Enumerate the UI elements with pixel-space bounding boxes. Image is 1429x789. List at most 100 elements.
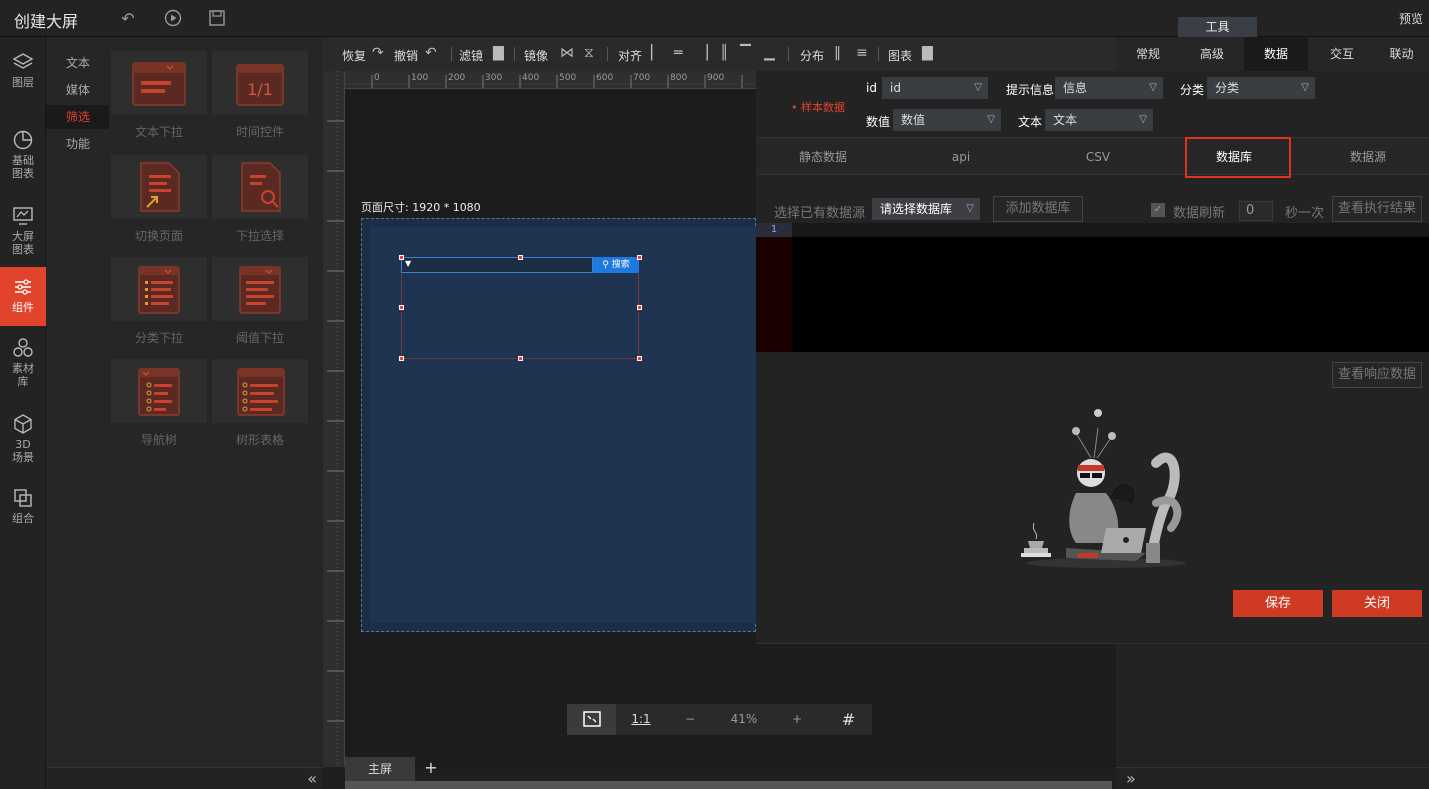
tab-api[interactable]: api: [894, 138, 1028, 176]
fit-screen-button[interactable]: [567, 704, 616, 735]
sheet-tab-main[interactable]: 主屏: [345, 757, 415, 781]
line-number: 1: [756, 223, 792, 237]
ruler-label: 900: [707, 73, 724, 83]
category-media[interactable]: 媒体: [46, 78, 109, 102]
align-middle-icon[interactable]: ║: [720, 45, 728, 61]
sql-editor[interactable]: 1: [756, 223, 1429, 352]
align-center-icon[interactable]: ═: [674, 45, 682, 61]
chart-button[interactable]: 图表: [888, 47, 912, 64]
tab-data[interactable]: 数据: [1244, 37, 1308, 71]
nav-item-basic-charts[interactable]: 基础 图表: [0, 129, 46, 180]
tab-general[interactable]: 常规: [1116, 37, 1180, 71]
tip-select[interactable]: 信息 ▽: [1055, 77, 1163, 99]
undo-icon[interactable]: ↶: [425, 45, 437, 61]
category-filter[interactable]: 筛选: [46, 105, 109, 129]
resize-handle[interactable]: [637, 356, 642, 361]
redo-icon[interactable]: ↷: [372, 45, 384, 61]
resize-handle[interactable]: [637, 305, 642, 310]
preview-button[interactable]: 预览: [1399, 10, 1423, 27]
undo-button[interactable]: 撤销: [394, 47, 418, 64]
tab-advanced[interactable]: 高级: [1180, 37, 1244, 71]
vertical-ruler: [323, 71, 345, 767]
tools-tab[interactable]: 工具: [1178, 17, 1257, 37]
distribute-vertical-icon[interactable]: ≡: [856, 45, 868, 61]
caret-down-icon: ▽: [1301, 82, 1309, 93]
component-dropdown-select[interactable]: 下拉选择: [212, 155, 308, 244]
align-left-icon[interactable]: ▏: [651, 45, 662, 61]
actual-size-button[interactable]: 1:1: [624, 704, 658, 735]
align-bottom-icon[interactable]: ▁: [764, 45, 775, 61]
component-switch-page[interactable]: 切换页面: [111, 155, 207, 244]
resize-handle[interactable]: [518, 255, 523, 260]
close-button[interactable]: 关闭: [1332, 590, 1422, 617]
nav-item-materials[interactable]: 素材 库: [0, 337, 46, 388]
component-nav-tree[interactable]: 导航树: [111, 359, 207, 448]
resize-handle[interactable]: [637, 255, 642, 260]
add-database-button[interactable]: 添加数据库: [993, 196, 1083, 222]
flip-vertical-icon[interactable]: ⧖: [584, 45, 594, 61]
tab-linkage[interactable]: 联动: [1374, 37, 1429, 71]
component-text-dropdown[interactable]: 文本下拉: [111, 51, 207, 140]
component-tree-table[interactable]: 树形表格: [212, 359, 308, 448]
back-icon[interactable]: ↶: [118, 9, 138, 29]
value-select[interactable]: 数值 ▽: [893, 109, 1001, 131]
collapse-left-icon[interactable]: «: [307, 769, 317, 788]
refresh-checkbox[interactable]: ✓: [1151, 203, 1165, 217]
flip-horizontal-icon[interactable]: ⋈: [560, 45, 574, 61]
resize-handle[interactable]: [399, 255, 404, 260]
category-function[interactable]: 功能: [46, 132, 109, 156]
text-select[interactable]: 文本 ▽: [1045, 109, 1153, 131]
category-select[interactable]: 分类 ▽: [1207, 77, 1315, 99]
align-top-icon[interactable]: ▔: [740, 45, 751, 61]
category-text[interactable]: 文本: [46, 51, 109, 75]
refresh-interval-input[interactable]: 0: [1239, 201, 1273, 221]
nav-item-combine[interactable]: 组合: [0, 487, 46, 525]
ruler-label: 600: [596, 73, 613, 83]
component-category-dropdown[interactable]: 分类下拉: [111, 257, 207, 346]
left-nav: 图层 基础 图表 大屏 图表 组件 素材 库 3D 场景 组合: [0, 37, 46, 789]
resize-handle[interactable]: [518, 356, 523, 361]
play-icon[interactable]: [163, 9, 183, 29]
view-execution-result-button[interactable]: 查看执行结果: [1332, 196, 1422, 222]
nav-item-layers[interactable]: 图层: [0, 51, 46, 89]
category-label: 分类: [1180, 83, 1205, 97]
save-icon[interactable]: [207, 9, 227, 29]
nav-item-components[interactable]: 组件: [0, 267, 46, 326]
save-button[interactable]: 保存: [1233, 590, 1323, 617]
component-time-control[interactable]: 1/1 时间控件: [212, 51, 308, 140]
tab-csv[interactable]: CSV: [1031, 138, 1165, 176]
mirror-button[interactable]: 镜像: [524, 47, 548, 64]
tab-static-data[interactable]: 静态数据: [756, 138, 890, 176]
filter-button[interactable]: 滤镜: [459, 47, 483, 64]
distribute-button[interactable]: 分布: [800, 47, 824, 64]
component-panel: 文本下拉 1/1 时间控件 切换页面 下拉选择 分类下拉 阈值下拉 导航树 树形…: [109, 37, 323, 767]
zoom-in-button[interactable]: +: [775, 704, 819, 735]
grid-icon[interactable]: #: [825, 704, 872, 735]
resize-handle[interactable]: [399, 356, 404, 361]
view-response-button[interactable]: 查看响应数据: [1332, 362, 1422, 388]
id-select[interactable]: id ▽: [882, 77, 988, 99]
ruler-label: 400: [522, 73, 539, 83]
nav-item-screen-charts[interactable]: 大屏 图表: [0, 205, 46, 256]
nav-item-3d-scene[interactable]: 3D 场景: [0, 413, 46, 464]
add-sheet-button[interactable]: +: [421, 757, 441, 781]
widget-search-input[interactable]: ▼: [401, 257, 593, 273]
collapse-right-icon[interactable]: »: [1126, 769, 1136, 788]
horizontal-scrollbar[interactable]: [345, 781, 1112, 789]
distribute-horizontal-icon[interactable]: ‖: [834, 45, 841, 61]
align-button[interactable]: 对齐: [618, 47, 642, 64]
database-select[interactable]: 请选择数据库 ▽: [872, 198, 980, 220]
tab-datasource[interactable]: 数据源: [1301, 138, 1429, 176]
calendar-icon: 1/1: [236, 64, 284, 106]
restore-button[interactable]: 恢复: [342, 47, 366, 64]
widget-search-button[interactable]: ⚲ 搜索: [593, 257, 639, 273]
component-threshold-dropdown[interactable]: 阈值下拉: [212, 257, 308, 346]
align-right-icon[interactable]: ▕: [697, 45, 708, 61]
tab-interaction[interactable]: 交互: [1310, 37, 1374, 71]
sample-data-label: • 样本数据: [791, 101, 845, 114]
bar-chart-icon[interactable]: ▇: [493, 45, 504, 61]
resize-handle[interactable]: [399, 305, 404, 310]
refresh-label: 数据刷新: [1173, 206, 1226, 221]
chart-icon[interactable]: ▇: [922, 45, 933, 61]
zoom-out-button[interactable]: −: [668, 704, 712, 735]
